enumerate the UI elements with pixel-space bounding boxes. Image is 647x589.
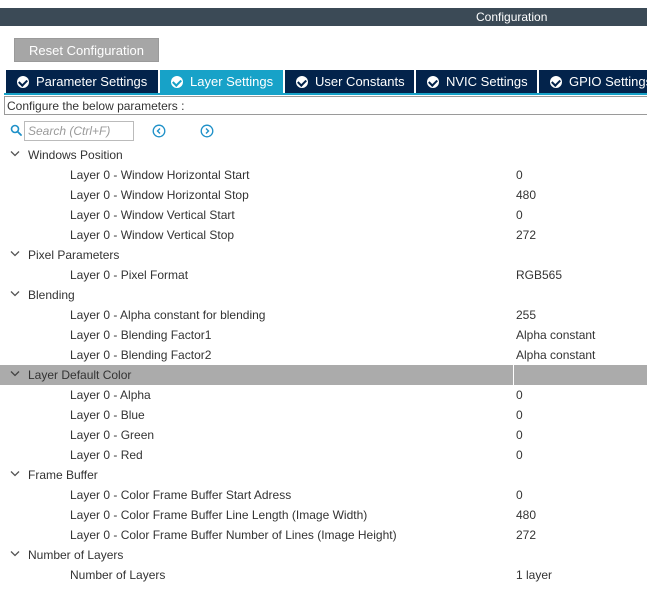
group-label: Number of Layers bbox=[28, 548, 124, 562]
param-row[interactable]: Layer 0 - Blending Factor1 Alpha constant bbox=[0, 325, 647, 345]
param-value[interactable]: 0 bbox=[516, 408, 523, 422]
group-label: Frame Buffer bbox=[28, 468, 98, 482]
tab-label: User Constants bbox=[315, 74, 405, 89]
check-circle-icon bbox=[296, 75, 308, 88]
param-label: Layer 0 - Window Vertical Start bbox=[70, 208, 235, 222]
param-label: Layer 0 - Blending Factor2 bbox=[70, 348, 212, 362]
param-label: Layer 0 - Window Horizontal Stop bbox=[70, 188, 249, 202]
tab-parameter-settings[interactable]: Parameter Settings bbox=[6, 70, 158, 93]
chevron-down-icon[interactable] bbox=[10, 250, 20, 258]
group-label: Layer Default Color bbox=[28, 368, 132, 382]
param-value[interactable]: 0 bbox=[516, 448, 523, 462]
group-label: Pixel Parameters bbox=[28, 248, 120, 262]
param-row[interactable]: Layer 0 - Color Frame Buffer Line Length… bbox=[0, 505, 647, 525]
reset-configuration-button[interactable]: Reset Configuration bbox=[14, 38, 159, 62]
param-value[interactable]: 480 bbox=[516, 508, 536, 522]
param-row[interactable]: Layer 0 - Pixel Format RGB565 bbox=[0, 265, 647, 285]
search-input[interactable] bbox=[24, 121, 134, 141]
tab-user-constants[interactable]: User Constants bbox=[285, 70, 414, 93]
param-label: Layer 0 - Red bbox=[70, 448, 143, 462]
param-value[interactable]: 0 bbox=[516, 168, 523, 182]
check-circle-icon bbox=[550, 75, 562, 88]
search-next-icon[interactable] bbox=[200, 124, 214, 138]
chevron-down-icon[interactable] bbox=[10, 290, 20, 298]
param-row[interactable]: Layer 0 - Window Vertical Start 0 bbox=[0, 205, 647, 225]
group-pixel-parameters[interactable]: Pixel Parameters bbox=[0, 245, 647, 265]
tab-label: GPIO Settings bbox=[569, 74, 647, 89]
top-band bbox=[0, 0, 647, 8]
param-value[interactable]: Alpha constant bbox=[516, 348, 595, 362]
param-row[interactable]: Layer 0 - Color Frame Buffer Number of L… bbox=[0, 525, 647, 545]
check-circle-icon bbox=[171, 75, 183, 88]
param-row[interactable]: Number of Layers 1 layer bbox=[0, 565, 647, 585]
param-value[interactable]: 272 bbox=[516, 228, 536, 242]
param-label: Layer 0 - Color Frame Buffer Start Adres… bbox=[70, 488, 292, 502]
tab-gpio-settings[interactable]: GPIO Settings bbox=[539, 70, 647, 93]
tab-layer-settings[interactable]: Layer Settings bbox=[160, 70, 283, 93]
group-frame-buffer[interactable]: Frame Buffer bbox=[0, 465, 647, 485]
group-label: Windows Position bbox=[28, 148, 123, 162]
param-label: Layer 0 - Pixel Format bbox=[70, 268, 189, 282]
tab-label: Layer Settings bbox=[190, 74, 274, 89]
param-value[interactable]: 0 bbox=[516, 488, 523, 502]
param-row[interactable]: Layer 0 - Red 0 bbox=[0, 445, 647, 465]
param-row[interactable]: Layer 0 - Window Vertical Stop 272 bbox=[0, 225, 647, 245]
group-layer-default-color[interactable]: Layer Default Color bbox=[0, 365, 647, 385]
param-row[interactable]: Layer 0 - Blue 0 bbox=[0, 405, 647, 425]
search-icon bbox=[10, 124, 22, 136]
chevron-down-icon[interactable] bbox=[10, 550, 20, 558]
param-label: Layer 0 - Color Frame Buffer Number of L… bbox=[70, 528, 397, 542]
param-row[interactable]: Layer 0 - Window Horizontal Start 0 bbox=[0, 165, 647, 185]
parameter-tree: Windows Position Layer 0 - Window Horizo… bbox=[0, 145, 647, 585]
param-value[interactable]: 0 bbox=[516, 428, 523, 442]
param-label: Layer 0 - Blending Factor1 bbox=[70, 328, 212, 342]
configuration-header: Configuration bbox=[0, 8, 647, 26]
param-label: Number of Layers bbox=[70, 568, 166, 582]
param-row[interactable]: Layer 0 - Color Frame Buffer Start Adres… bbox=[0, 485, 647, 505]
param-value[interactable]: 1 layer bbox=[516, 568, 552, 582]
configuration-title: Configuration bbox=[476, 10, 548, 24]
tab-nvic-settings[interactable]: NVIC Settings bbox=[416, 70, 537, 93]
param-value[interactable]: Alpha constant bbox=[516, 328, 595, 342]
param-label: Layer 0 - Alpha bbox=[70, 388, 151, 402]
param-value[interactable]: RGB565 bbox=[516, 268, 562, 282]
configure-text: Configure the below parameters : bbox=[7, 99, 185, 113]
param-label: Layer 0 - Window Horizontal Start bbox=[70, 168, 250, 182]
param-row[interactable]: Layer 0 - Window Horizontal Stop 480 bbox=[0, 185, 647, 205]
chevron-down-icon[interactable] bbox=[10, 470, 20, 478]
chevron-down-icon[interactable] bbox=[10, 150, 20, 158]
group-number-of-layers[interactable]: Number of Layers bbox=[0, 545, 647, 565]
param-row[interactable]: Layer 0 - Blending Factor2 Alpha constant bbox=[0, 345, 647, 365]
param-label: Layer 0 - Blue bbox=[70, 408, 145, 422]
param-value[interactable]: 0 bbox=[516, 208, 523, 222]
param-row[interactable]: Layer 0 - Alpha constant for blending 255 bbox=[0, 305, 647, 325]
configure-instructions: Configure the below parameters : bbox=[4, 96, 647, 115]
settings-tabs: Parameter Settings Layer Settings User C… bbox=[6, 70, 647, 93]
group-blending[interactable]: Blending bbox=[0, 285, 647, 305]
check-circle-icon bbox=[427, 75, 439, 88]
param-row[interactable]: Layer 0 - Alpha 0 bbox=[0, 385, 647, 405]
param-value[interactable]: 272 bbox=[516, 528, 536, 542]
param-value[interactable]: 255 bbox=[516, 308, 536, 322]
tab-label: Parameter Settings bbox=[36, 74, 148, 89]
param-row[interactable]: Layer 0 - Green 0 bbox=[0, 425, 647, 445]
param-value[interactable]: 480 bbox=[516, 188, 536, 202]
param-label: Layer 0 - Alpha constant for blending bbox=[70, 308, 266, 322]
param-label: Layer 0 - Window Vertical Stop bbox=[70, 228, 235, 242]
param-label: Layer 0 - Color Frame Buffer Line Length… bbox=[70, 508, 368, 522]
param-label: Layer 0 - Green bbox=[70, 428, 155, 442]
group-label: Blending bbox=[28, 288, 75, 302]
tab-label: NVIC Settings bbox=[446, 74, 528, 89]
check-circle-icon bbox=[17, 75, 29, 88]
chevron-down-icon[interactable] bbox=[10, 370, 20, 378]
group-windows-position[interactable]: Windows Position bbox=[0, 145, 647, 165]
column-separator bbox=[513, 365, 514, 385]
param-value[interactable]: 0 bbox=[516, 388, 523, 402]
search-previous-icon[interactable] bbox=[152, 124, 166, 138]
tab-underline bbox=[4, 93, 647, 95]
